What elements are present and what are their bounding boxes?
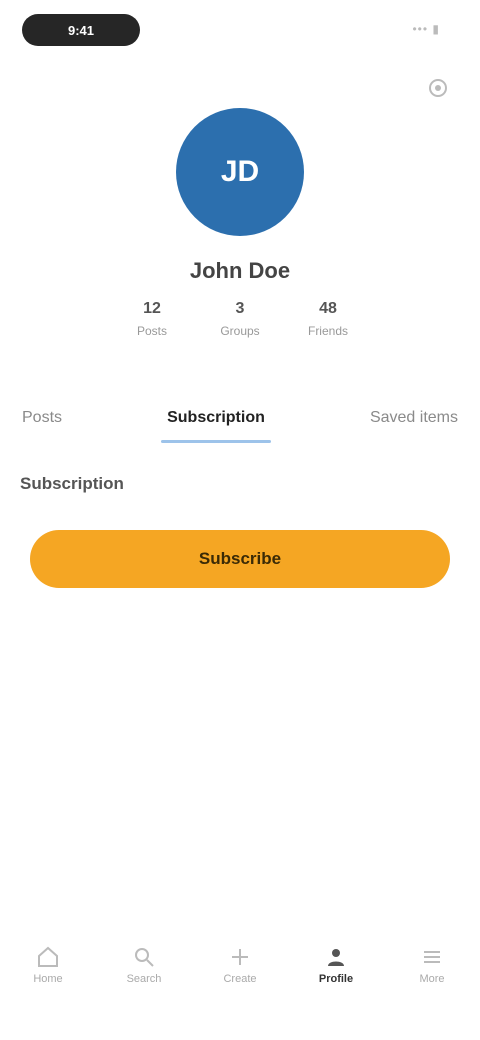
nav-label: Profile xyxy=(318,973,354,985)
stat-label: Groups xyxy=(220,324,260,338)
stat-label: Friends xyxy=(307,324,348,338)
menu-icon xyxy=(424,951,440,963)
profile-stats: 12 Posts 3 Groups 48 Friends xyxy=(120,300,360,360)
nav-item-search[interactable]: Search xyxy=(114,935,174,995)
stat-value: 3 xyxy=(235,300,245,317)
nav-item-more[interactable]: More xyxy=(402,935,462,995)
home-icon xyxy=(38,946,58,967)
search-icon xyxy=(135,948,154,967)
bottom-navigation: Home Search Create Profile More xyxy=(0,930,480,1000)
nav-item-home[interactable]: Home xyxy=(18,935,78,995)
nav-label: Create xyxy=(223,973,257,985)
nav-label: More xyxy=(419,973,445,985)
stat-friends[interactable]: 48 Friends xyxy=(296,300,360,360)
profile-tabs: Posts Subscription Saved items xyxy=(16,390,464,446)
nav-label: Home xyxy=(33,973,63,985)
section-title: Subscription xyxy=(20,474,124,493)
stat-value: 48 xyxy=(319,300,337,317)
gear-icon xyxy=(429,79,447,97)
settings-button[interactable] xyxy=(418,68,458,108)
status-time: 9:41 xyxy=(22,14,140,46)
tab-subscription[interactable]: Subscription xyxy=(161,399,271,443)
profile-username: John Doe xyxy=(189,258,291,283)
plus-icon xyxy=(232,949,248,965)
profile-icon xyxy=(328,949,344,966)
status-bar: 9:41 ••• ▮ xyxy=(0,0,480,60)
stat-groups[interactable]: 3 Groups xyxy=(208,300,272,360)
nav-item-create[interactable]: Create xyxy=(210,935,270,995)
avatar[interactable]: JD xyxy=(176,108,304,236)
tab-posts[interactable]: Posts xyxy=(16,399,68,437)
stat-posts[interactable]: 12 Posts xyxy=(120,300,184,360)
tab-saved-items[interactable]: Saved items xyxy=(364,399,464,437)
nav-item-profile[interactable]: Profile xyxy=(306,935,366,995)
stat-value: 12 xyxy=(143,300,161,317)
subscribe-button[interactable]: Subscribe xyxy=(30,530,450,588)
status-indicators: ••• ▮ xyxy=(412,22,440,36)
nav-label: Search xyxy=(126,973,162,985)
stat-label: Posts xyxy=(136,324,167,338)
